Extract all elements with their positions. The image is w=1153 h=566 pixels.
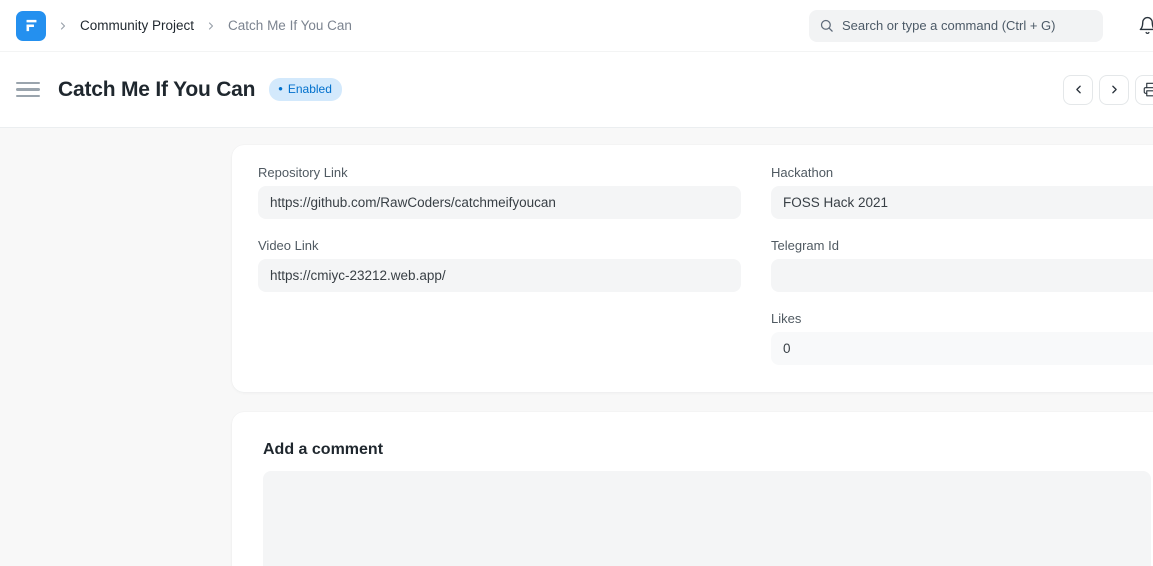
hackathon-label: Hackathon [771, 165, 1153, 180]
frappe-logo[interactable] [16, 11, 46, 41]
bell-icon[interactable] [1138, 16, 1153, 35]
printer-icon [1143, 82, 1153, 97]
field-telegram-id: Telegram Id [771, 238, 1153, 292]
repository-link-label: Repository Link [258, 165, 741, 180]
field-video-link: Video Link [258, 238, 741, 292]
hackathon-input[interactable] [771, 186, 1153, 219]
likes-input[interactable] [771, 332, 1153, 365]
chevron-right-icon [205, 20, 217, 32]
navbar: Community Project Catch Me If You Can [0, 0, 1153, 52]
search-icon [819, 18, 834, 33]
prev-record-button[interactable] [1063, 75, 1093, 105]
breadcrumb-item-community-project[interactable]: Community Project [80, 18, 194, 33]
telegram-id-label: Telegram Id [771, 238, 1153, 253]
chevron-left-icon [1072, 83, 1085, 96]
comment-section: Add a comment [232, 412, 1153, 566]
search-bar[interactable] [809, 10, 1103, 42]
status-label: Enabled [288, 83, 332, 95]
video-link-label: Video Link [258, 238, 741, 253]
form-section: Repository Link Video Link Hackathon Tel… [232, 145, 1153, 392]
next-record-button[interactable] [1099, 75, 1129, 105]
field-likes: Likes [771, 311, 1153, 365]
sidebar-toggle-icon[interactable] [16, 82, 40, 98]
header-actions [1063, 75, 1153, 105]
likes-label: Likes [771, 311, 1153, 326]
chevron-right-icon [1108, 83, 1121, 96]
comment-input[interactable] [263, 471, 1151, 566]
main-content: Repository Link Video Link Hackathon Tel… [0, 128, 1153, 566]
field-repository-link: Repository Link [258, 165, 741, 219]
frappe-logo-glyph [23, 17, 40, 34]
app-window: Community Project Catch Me If You Can Ca… [0, 0, 1153, 566]
add-comment-heading: Add a comment [263, 440, 1153, 459]
repository-link-input[interactable] [258, 186, 741, 219]
form-column-right: Hackathon Telegram Id Likes [771, 165, 1153, 366]
chevron-right-icon [57, 20, 69, 32]
page-header: Catch Me If You Can • Enabled [0, 52, 1153, 128]
search-input[interactable] [842, 18, 1093, 33]
status-badge: • Enabled [269, 78, 342, 101]
page-title: Catch Me If You Can [58, 78, 255, 102]
breadcrumb-item-current[interactable]: Catch Me If You Can [228, 18, 352, 33]
print-button[interactable] [1135, 75, 1153, 105]
breadcrumb: Community Project Catch Me If You Can [46, 18, 352, 33]
video-link-input[interactable] [258, 259, 741, 292]
field-hackathon: Hackathon [771, 165, 1153, 219]
telegram-id-input[interactable] [771, 259, 1153, 292]
form-column-left: Repository Link Video Link [258, 165, 741, 366]
